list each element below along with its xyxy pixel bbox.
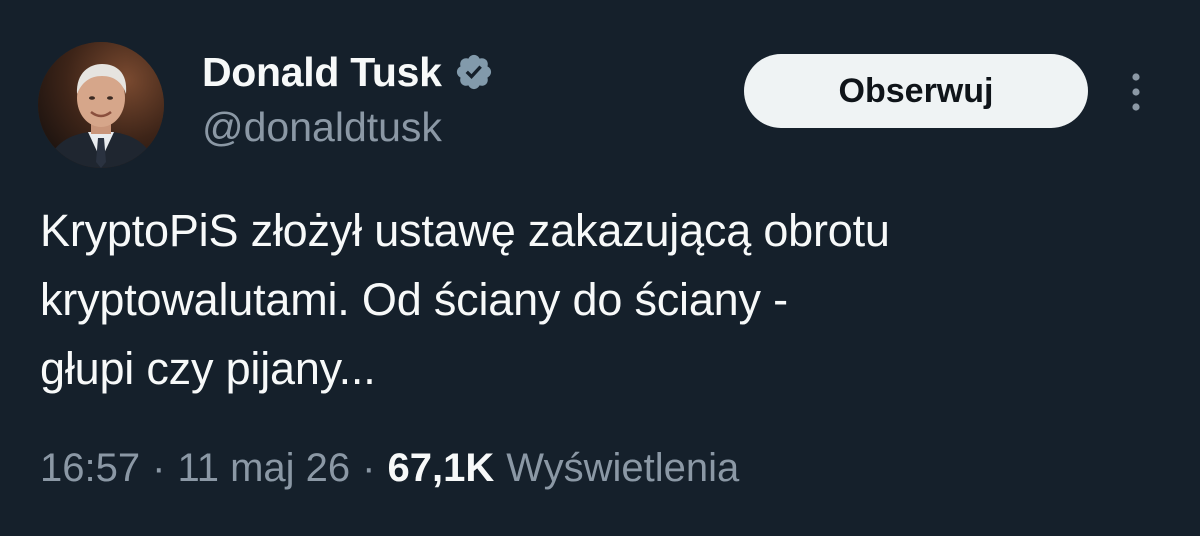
follow-button[interactable]: Obserwuj [744, 54, 1088, 128]
tweet-card: Donald Tusk @donaldtusk Obserwuj KryptoP… [0, 0, 1200, 536]
tweet-text-line: KryptoPiS złożył ustawę zakazującą obrot… [40, 205, 890, 256]
tweet-text-line: głupi czy pijany... [40, 343, 376, 394]
views-label[interactable]: Wyświetlenia [506, 446, 739, 491]
author-handle[interactable]: @donaldtusk [202, 104, 442, 151]
tweet-meta: 16:57 · 11 maj 26 · 67,1K Wyświetlenia [40, 438, 739, 498]
meta-separator: · [152, 445, 166, 490]
meta-separator: · [362, 445, 376, 490]
tweet-time[interactable]: 16:57 [40, 446, 140, 491]
author-display-name[interactable]: Donald Tusk [202, 49, 442, 96]
author-name-row: Donald Tusk [202, 48, 494, 96]
verified-badge-icon[interactable] [454, 52, 494, 92]
views-count[interactable]: 67,1K [387, 446, 494, 491]
more-options-icon[interactable] [1120, 68, 1152, 116]
tweet-date[interactable]: 11 maj 26 [177, 446, 350, 491]
tweet-text: KryptoPiS złożył ustawę zakazującą obrot… [40, 196, 1170, 403]
tweet-text-line: kryptowalutami. Od ściany do ściany - [40, 274, 788, 325]
avatar[interactable] [38, 42, 164, 168]
profile-photo [38, 42, 164, 168]
